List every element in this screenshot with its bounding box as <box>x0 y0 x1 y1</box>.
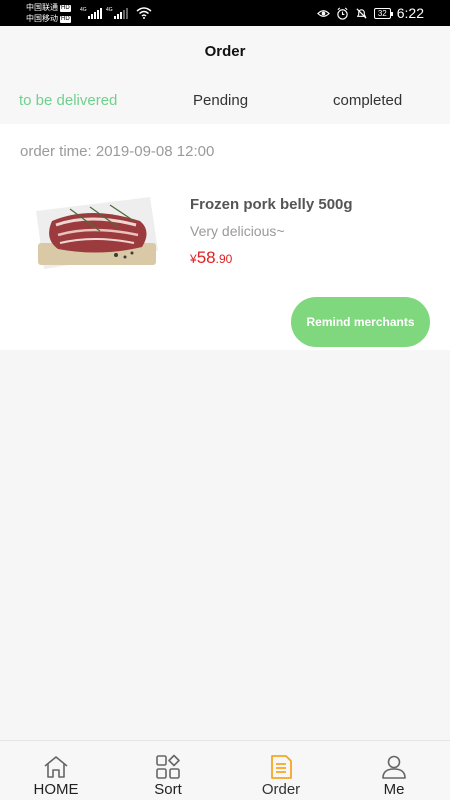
signal-indicators: 4G 4G <box>80 5 152 19</box>
clock: 6:22 <box>396 5 424 21</box>
order-time: order time: 2019-09-08 12:00 <box>20 143 215 160</box>
eye-icon <box>316 9 330 17</box>
order-header: Order to be delivered Pending completed <box>0 26 450 124</box>
nav-item-order[interactable]: Order <box>225 741 337 800</box>
carrier-2: 中国移动 <box>26 14 58 23</box>
network-type-2: 4G <box>106 7 113 13</box>
bottom-navigation: HOME Sort Order Me <box>0 740 450 800</box>
tab-pending[interactable]: Pending <box>193 92 248 109</box>
remind-merchants-button[interactable]: Remind merchants <box>291 297 430 347</box>
wifi-icon <box>136 7 152 19</box>
grid-icon <box>156 754 180 779</box>
status-right: 32 6:22 <box>316 0 424 26</box>
page-title: Order <box>204 43 246 60</box>
battery-icon: 32 <box>373 7 393 19</box>
nav-item-me[interactable]: Me <box>338 741 450 800</box>
tab-completed[interactable]: completed <box>333 92 402 109</box>
price-integer: 58 <box>196 248 216 267</box>
hd-badge-2: HD <box>60 16 71 23</box>
alarm-icon <box>337 7 348 20</box>
mute-bell-icon <box>356 7 367 19</box>
nav-label-me: Me <box>383 781 405 798</box>
nav-item-sort[interactable]: Sort <box>112 741 224 800</box>
nav-label-home: HOME <box>33 781 79 798</box>
cell-signal-icon: 4G <box>106 7 128 19</box>
person-icon <box>382 755 406 779</box>
product-image[interactable] <box>30 191 160 277</box>
nav-label-order: Order <box>261 781 301 798</box>
nav-label-sort: Sort <box>154 781 182 798</box>
cell-signal-icon: 4G <box>80 7 102 19</box>
currency-symbol: ¥ <box>190 252 197 266</box>
product-name[interactable]: Frozen pork belly 500g <box>190 196 353 213</box>
nav-item-home[interactable]: HOME <box>0 741 112 800</box>
product-description: Very delicious~ <box>190 223 285 239</box>
network-type-1: 4G <box>80 7 87 13</box>
tab-to-be-delivered[interactable]: to be delivered <box>19 92 117 109</box>
price-decimal: .90 <box>215 252 233 266</box>
hd-badge-1: HD <box>60 5 71 12</box>
carrier-info: 中国联通 HD 中国移动 HD <box>26 2 71 24</box>
carrier-1: 中国联通 <box>26 3 58 12</box>
document-icon <box>271 755 292 779</box>
order-card[interactable]: order time: 2019-09-08 12:00 Frozen pork… <box>0 124 450 350</box>
status-bar: 中国联通 HD 中国移动 HD 4G 4G 32 6:22 <box>0 0 450 26</box>
product-price: ¥58.90 <box>190 248 232 268</box>
home-icon <box>44 756 68 778</box>
